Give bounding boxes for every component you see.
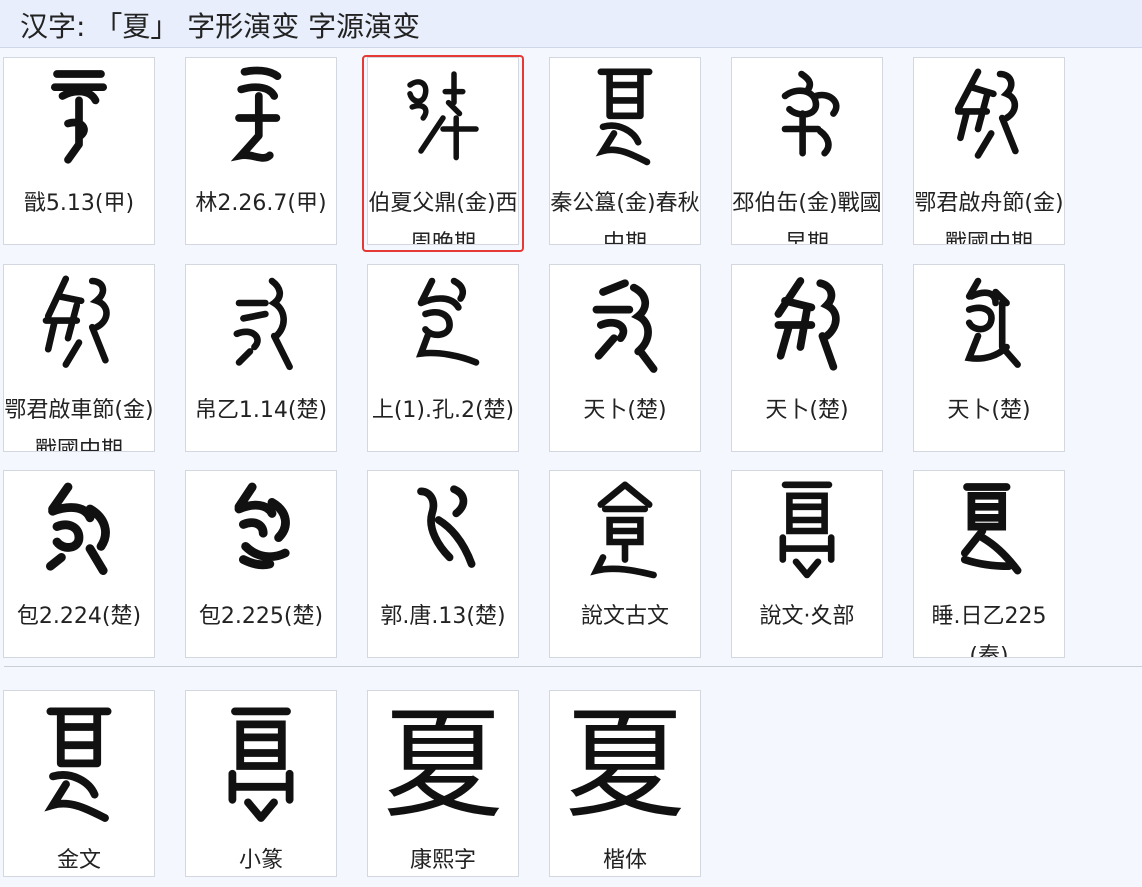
glyph-caption: 天卜(楚) — [947, 398, 1031, 423]
glyph-caption: 邳伯缶(金)戰國早期 — [732, 191, 882, 245]
glyph-caption: 天卜(楚) — [583, 398, 667, 423]
glyph-tile[interactable]: 鄂君啟車節(金)戰國中期 — [3, 264, 155, 452]
glyph-caption: 睡.日乙225(秦) — [931, 604, 1047, 658]
kaiti-glyph: 夏 — [565, 696, 685, 835]
glyph-caption: 金文 — [56, 848, 101, 873]
glyph-tile[interactable]: 睡.日乙225(秦) — [913, 470, 1065, 658]
glyph-image — [368, 265, 518, 385]
glyph-tile[interactable]: 鄂君啟舟節(金)戰國中期 — [913, 57, 1065, 245]
glyph-image: 夏 — [368, 691, 518, 841]
glyph-caption: 郭.唐.13(楚) — [380, 604, 506, 629]
glyph-caption: 說文古文 — [580, 604, 669, 629]
glyph-caption: 說文·夊部 — [759, 604, 855, 629]
glyph-tile[interactable]: 帛乙1.14(楚) — [185, 264, 337, 452]
glyph-caption: 帛乙1.14(楚) — [194, 398, 328, 423]
glyph-tile[interactable]: 包2.225(楚) — [185, 470, 337, 658]
kangxi-glyph: 夏 — [383, 696, 503, 835]
glyph-image — [4, 265, 154, 385]
glyph-tile[interactable]: 說文古文 — [549, 470, 701, 658]
glyph-image — [732, 58, 882, 178]
glyph-image — [914, 471, 1064, 591]
glyph-tile[interactable]: 戩5.13(甲) — [3, 57, 155, 245]
glyph-tile[interactable]: 包2.224(楚) — [3, 470, 155, 658]
glyph-image — [732, 265, 882, 385]
script-tile-kangxi[interactable]: 夏 康熙字 — [367, 690, 519, 877]
glyph-tile[interactable]: 上(1).孔.2(楚) — [367, 264, 519, 452]
glyph-image — [186, 58, 336, 178]
glyph-tile[interactable]: 郭.唐.13(楚) — [367, 470, 519, 658]
glyph-tile[interactable]: 天卜(楚) — [549, 264, 701, 452]
glyph-caption: 秦公簋(金)春秋中期 — [550, 191, 700, 245]
glyph-image: 夏 — [550, 691, 700, 841]
script-tile-jinwen[interactable]: 金文 — [3, 690, 155, 877]
glyph-caption: 戩5.13(甲) — [23, 191, 135, 216]
glyph-caption: 鄂君啟車節(金)戰國中期 — [4, 398, 154, 452]
script-tile-xiaozhuan[interactable]: 小篆 — [185, 690, 337, 877]
glyph-image — [186, 265, 336, 385]
section-divider — [4, 666, 1142, 667]
glyph-caption: 楷体 — [602, 848, 647, 873]
glyph-image — [4, 58, 154, 178]
glyph-image — [186, 471, 336, 591]
glyph-tile[interactable]: 邳伯缶(金)戰國早期 — [731, 57, 883, 245]
glyph-tile[interactable]: 秦公簋(金)春秋中期 — [549, 57, 701, 245]
glyph-image — [186, 691, 336, 841]
glyph-image — [4, 471, 154, 591]
glyph-caption: 上(1).孔.2(楚) — [371, 398, 515, 423]
glyph-image — [368, 58, 518, 178]
glyph-image — [368, 471, 518, 591]
glyph-caption: 天卜(楚) — [765, 398, 849, 423]
glyph-tile[interactable]: 林2.26.7(甲) — [185, 57, 337, 245]
glyph-caption: 包2.224(楚) — [16, 604, 142, 629]
script-tile-kaiti[interactable]: 夏 楷体 — [549, 690, 701, 877]
glyph-tile[interactable]: 天卜(楚) — [913, 264, 1065, 452]
glyph-caption: 鄂君啟舟節(金)戰國中期 — [914, 191, 1064, 245]
glyph-image — [550, 471, 700, 591]
page-title: 汉字: 「夏」 字形演变 字源演变 — [20, 10, 421, 43]
glyph-caption: 伯夏父鼎(金)西周晚期 — [368, 191, 518, 245]
glyph-tile-selected[interactable]: 伯夏父鼎(金)西周晚期 — [367, 57, 519, 245]
glyph-image — [732, 471, 882, 591]
page-header: 汉字: 「夏」 字形演变 字源演变 — [0, 0, 1142, 48]
glyph-image — [914, 58, 1064, 178]
glyph-caption: 包2.225(楚) — [198, 604, 324, 629]
glyph-image — [550, 265, 700, 385]
glyph-image — [4, 691, 154, 841]
glyph-tile[interactable]: 天卜(楚) — [731, 264, 883, 452]
glyph-tile[interactable]: 說文·夊部 — [731, 470, 883, 658]
glyph-caption: 林2.26.7(甲) — [195, 191, 327, 216]
glyph-image — [550, 58, 700, 178]
glyph-caption: 康熙字 — [409, 848, 476, 873]
glyph-image — [914, 265, 1064, 385]
glyph-caption: 小篆 — [238, 848, 283, 873]
